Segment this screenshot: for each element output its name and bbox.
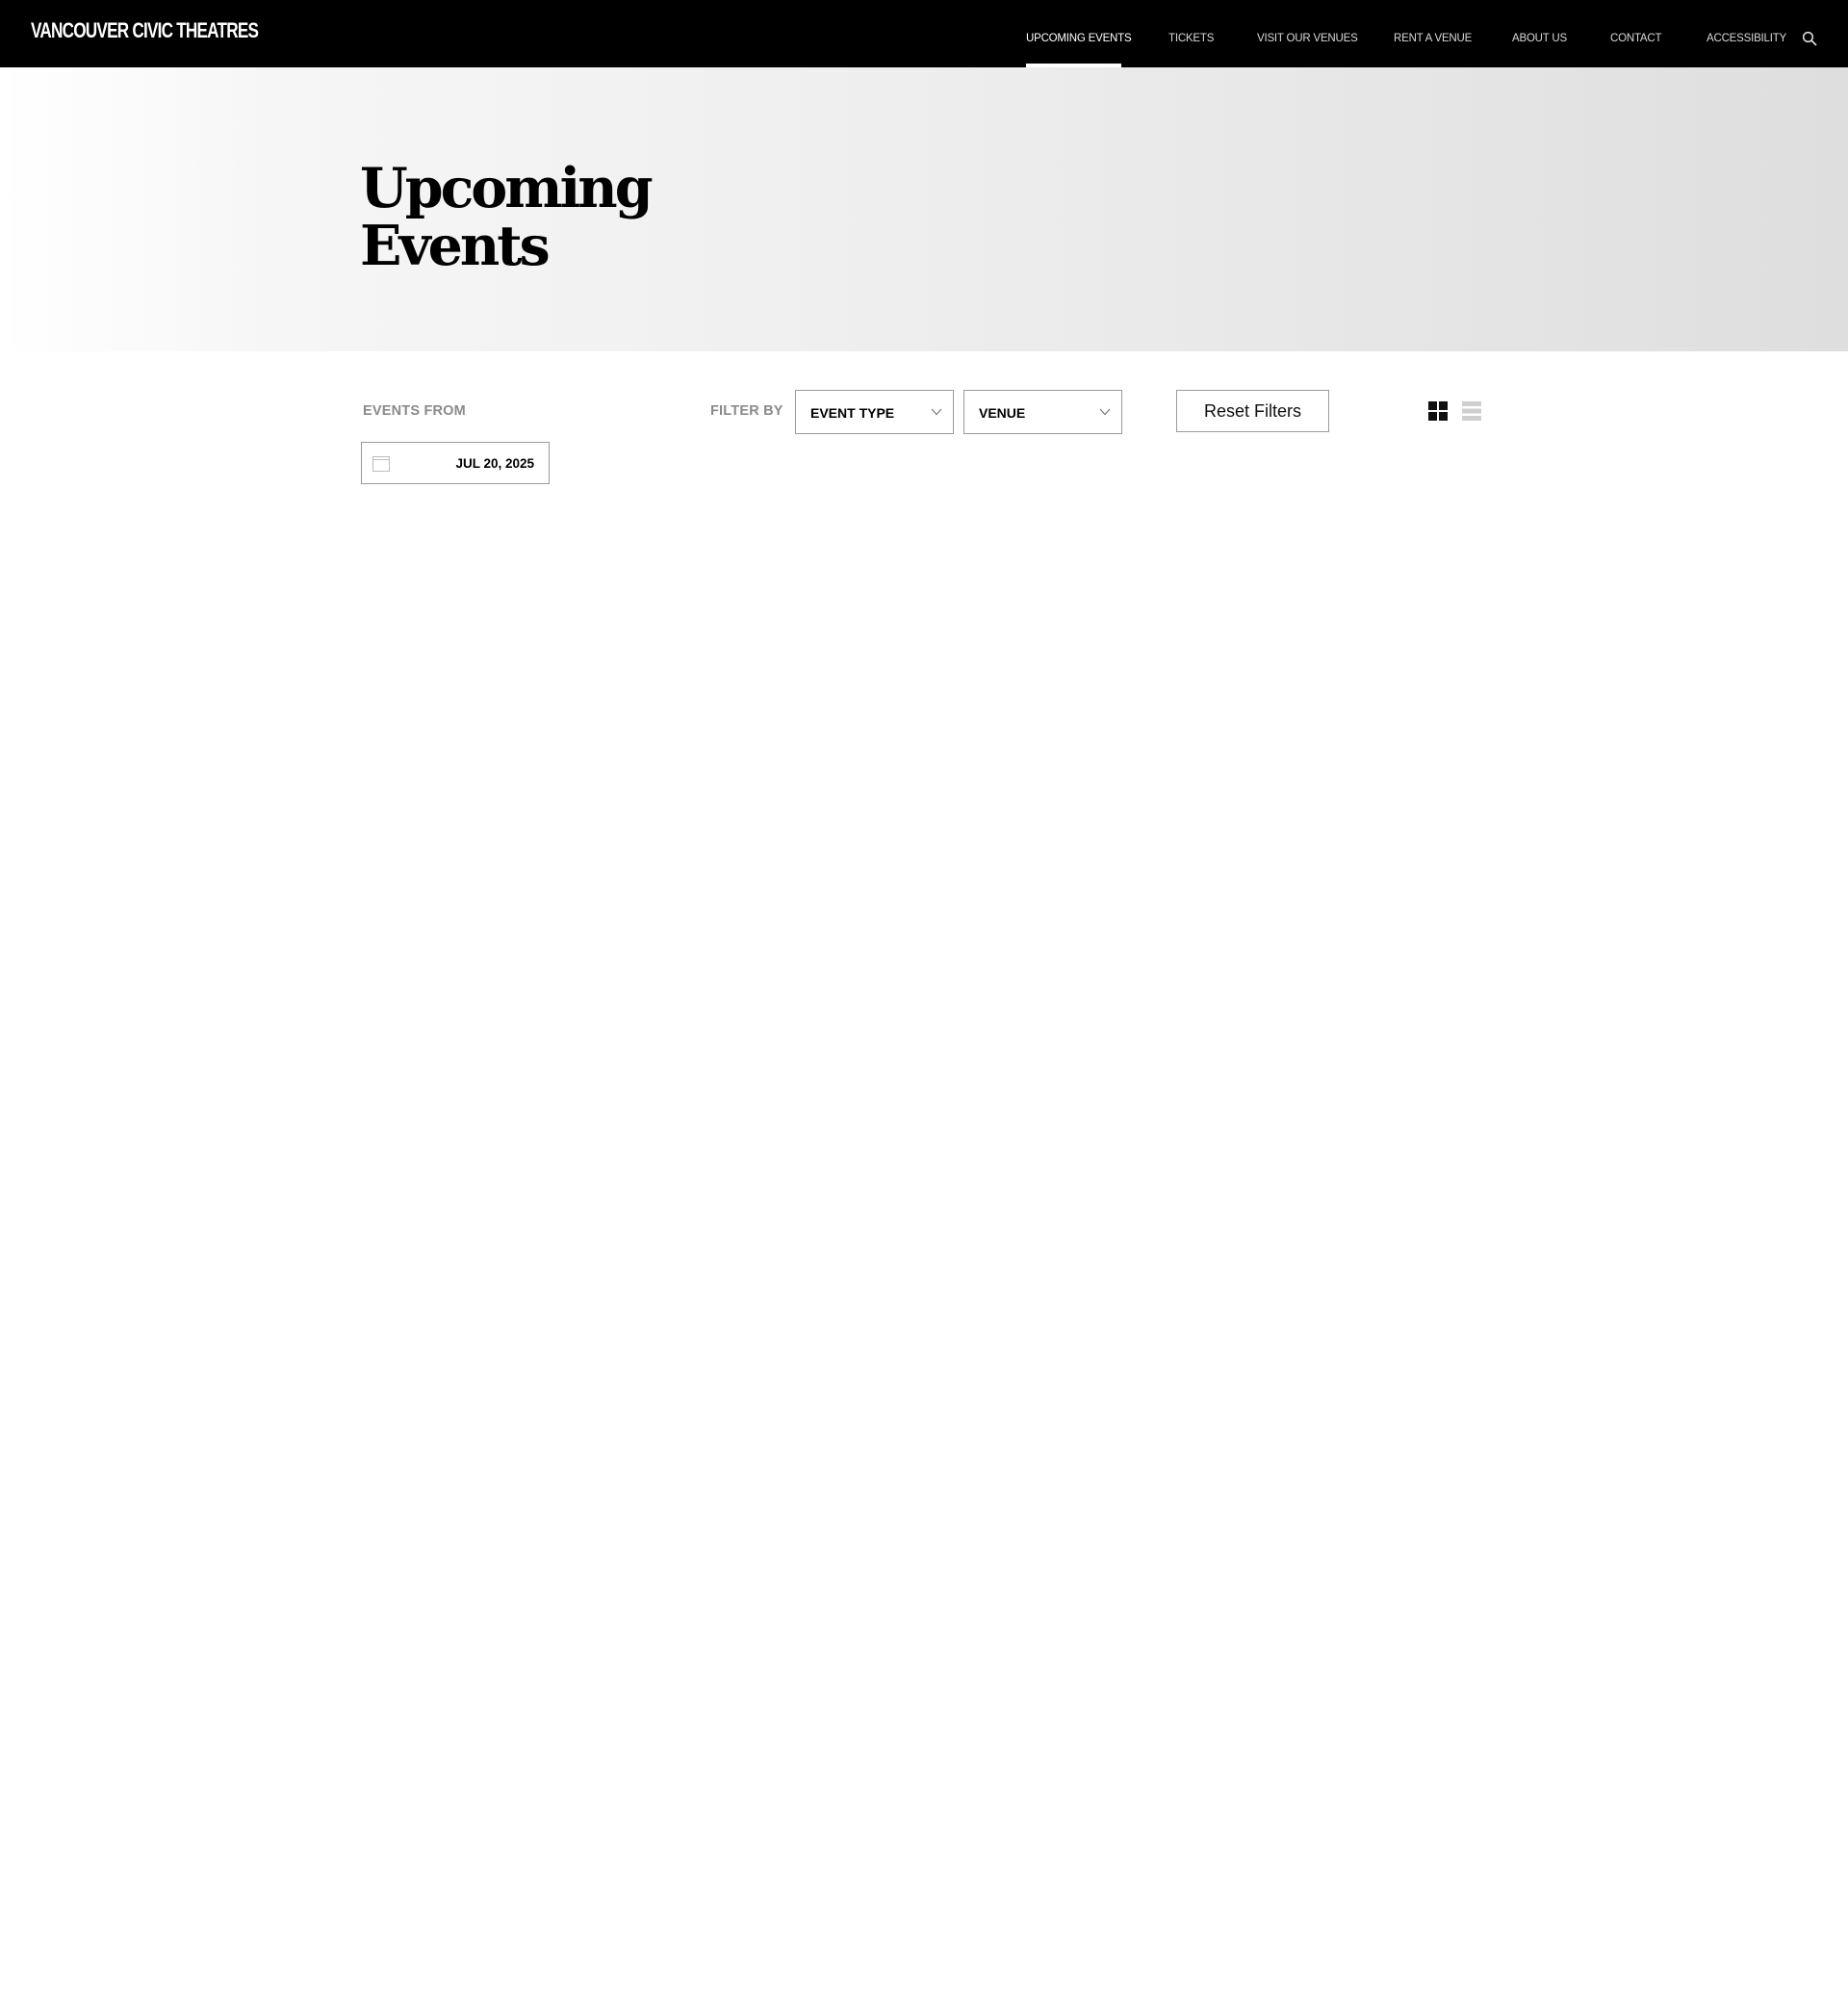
- filter-by-label: FILTER BY: [710, 403, 783, 419]
- page-title: Upcoming Events: [360, 160, 745, 275]
- nav-item-accessibility[interactable]: ACCESSIBILITY: [1707, 33, 1786, 44]
- nav-item-visit-our-venues[interactable]: VISIT OUR VENUES: [1257, 33, 1358, 44]
- date-value: JUL 20, 2025: [455, 456, 534, 471]
- venue-select[interactable]: VENUE: [963, 390, 1122, 434]
- chevron-down-icon: [931, 408, 942, 416]
- page-title-line-2: Events: [360, 214, 551, 278]
- events-from-label: EVENTS FROM: [363, 403, 466, 419]
- nav-item-tickets[interactable]: TICKETS: [1168, 33, 1214, 44]
- grid-view-icon[interactable]: [1428, 401, 1448, 421]
- page-title-line-1: Upcoming: [360, 156, 654, 220]
- nav-item-rent-a-venue[interactable]: RENT A VENUE: [1394, 33, 1472, 44]
- event-type-select[interactable]: EVENT TYPE: [795, 390, 954, 434]
- event-type-label: EVENT TYPE: [810, 405, 895, 421]
- nav-item-contact[interactable]: CONTACT: [1610, 33, 1662, 44]
- venue-label: VENUE: [979, 405, 1026, 421]
- reset-filters-button[interactable]: Reset Filters: [1176, 390, 1329, 432]
- site-header: VANCOUVER CIVIC THEATRES UPCOMING EVENTS…: [0, 0, 1848, 67]
- chevron-down-icon: [1099, 408, 1111, 416]
- page-hero: Upcoming Events: [0, 67, 1848, 351]
- nav-item-about-us[interactable]: ABOUT US: [1512, 33, 1567, 44]
- search-icon[interactable]: [1802, 31, 1817, 46]
- calendar-icon: [372, 456, 390, 472]
- nav-item-upcoming-events[interactable]: UPCOMING EVENTS: [1026, 33, 1132, 44]
- list-view-icon[interactable]: [1462, 401, 1481, 421]
- main-nav: UPCOMING EVENTS TICKETS VISIT OUR VENUES…: [0, 0, 1848, 67]
- date-picker[interactable]: JUL 20, 2025: [361, 442, 550, 484]
